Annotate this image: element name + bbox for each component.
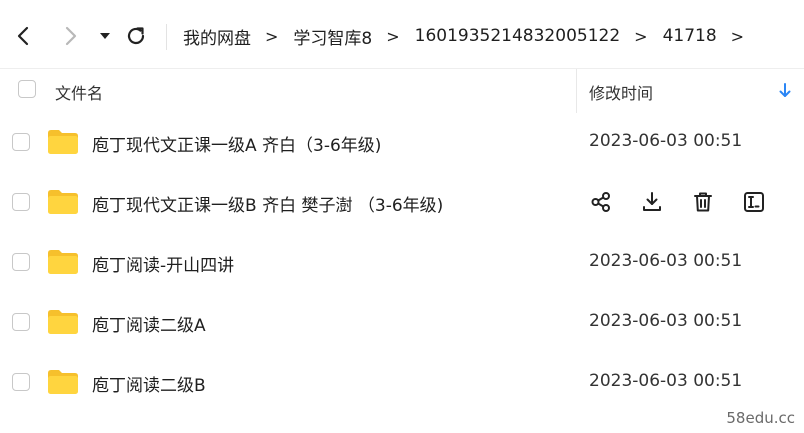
breadcrumb-item[interactable]: 我的网盘 (183, 24, 251, 49)
rename-button[interactable] (741, 189, 767, 215)
row-checkbox[interactable] (12, 373, 30, 391)
folder-icon (48, 130, 78, 154)
sort-descending-icon[interactable] (777, 82, 793, 100)
modified-time: 2023-06-03 00:51 (589, 311, 743, 331)
folder-icon (48, 370, 78, 394)
row-checkbox[interactable] (12, 313, 30, 331)
file-name[interactable]: 庖丁阅读-开山四讲 (92, 251, 234, 276)
breadcrumb-item[interactable]: 1601935214832005122 (415, 26, 621, 46)
history-dropdown-button[interactable] (91, 22, 119, 50)
delete-button[interactable] (690, 189, 716, 215)
file-name[interactable]: 庖丁现代文正课一级B 齐白 樊子澍 （3-6年级) (92, 191, 443, 216)
folder-icon (48, 310, 78, 334)
breadcrumb-separator: > (386, 26, 400, 46)
file-row[interactable]: 庖丁阅读二级B 2023-06-03 00:51 (0, 352, 804, 412)
chevron-left-icon (17, 26, 29, 46)
watermark-text: 58edu.cc (726, 409, 795, 427)
back-button[interactable] (10, 22, 38, 50)
select-all-checkbox[interactable] (18, 80, 36, 98)
file-name[interactable]: 庖丁阅读二级B (92, 371, 206, 396)
forward-button[interactable] (56, 22, 84, 50)
share-button[interactable] (588, 189, 614, 215)
modified-time: 2023-06-03 00:51 (589, 371, 743, 391)
file-row[interactable]: 庖丁阅读-开山四讲 2023-06-03 00:51 (0, 232, 804, 292)
modified-time: 2023-06-03 00:51 (589, 251, 743, 271)
folder-icon (48, 250, 78, 274)
column-header-name[interactable]: 文件名 (55, 80, 103, 104)
share-icon (591, 192, 610, 212)
row-checkbox[interactable] (12, 193, 30, 211)
chevron-right-icon (65, 26, 77, 46)
toolbar-divider (166, 24, 167, 50)
breadcrumb-item[interactable]: 学习智库8 (293, 24, 372, 49)
folder-icon (48, 190, 78, 214)
refresh-icon (127, 27, 145, 45)
breadcrumb-separator: > (265, 26, 279, 46)
delete-icon (694, 192, 712, 212)
breadcrumb-separator: > (730, 26, 745, 46)
toolbar: 我的网盘 > 学习智库8 > 1601935214832005122 > 417… (0, 0, 804, 68)
file-row[interactable]: 庖丁现代文正课一级B 齐白 樊子澍 （3-6年级) (0, 172, 804, 232)
file-name[interactable]: 庖丁现代文正课一级A 齐白（3-6年级) (92, 131, 381, 156)
modified-time: 2023-06-03 00:51 (589, 131, 743, 151)
download-button[interactable] (639, 189, 665, 215)
file-row[interactable]: 庖丁现代文正课一级A 齐白（3-6年级) 2023-06-03 00:51 (0, 112, 804, 172)
row-checkbox[interactable] (12, 133, 30, 151)
download-icon (643, 192, 661, 211)
file-list: 庖丁现代文正课一级A 齐白（3-6年级) 2023-06-03 00:51 庖丁… (0, 112, 804, 412)
file-name[interactable]: 庖丁阅读二级A (92, 311, 206, 336)
rename-icon (744, 192, 764, 212)
refresh-button[interactable] (122, 22, 150, 50)
row-actions (588, 189, 792, 215)
file-row[interactable]: 庖丁阅读二级A 2023-06-03 00:51 (0, 292, 804, 352)
caret-down-icon (100, 33, 110, 39)
column-header-modified-time[interactable]: 修改时间 (589, 80, 653, 104)
breadcrumb: 我的网盘 > 学习智库8 > 1601935214832005122 > 417… (183, 22, 759, 50)
row-checkbox[interactable] (12, 253, 30, 271)
breadcrumb-item[interactable]: 41718 (663, 26, 717, 46)
breadcrumb-separator: > (634, 26, 648, 46)
file-list-header: 文件名 修改时间 (0, 68, 804, 113)
column-divider (576, 69, 577, 113)
